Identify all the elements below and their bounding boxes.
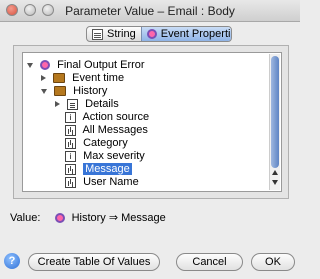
bar-chart-icon [65, 163, 76, 175]
value-arrow: ⇒ [108, 212, 119, 224]
vertical-scrollbar[interactable] [269, 54, 280, 190]
list-icon [67, 98, 79, 110]
create-table-button[interactable]: Create Table Of Values [28, 253, 160, 271]
event-icon [54, 213, 65, 224]
folder-icon [53, 73, 66, 84]
bar-chart-icon [65, 137, 76, 149]
tab-event-properties-label: Event Properties [160, 28, 231, 40]
tree-item-label: User Name [83, 176, 139, 188]
bar-chart-icon [65, 124, 76, 136]
tree-item-label: Event time [72, 72, 125, 84]
properties-panel: Final Output Error Event time History De… [13, 45, 289, 199]
tree-item-label: Action source [82, 111, 150, 123]
expand-icon[interactable] [41, 88, 47, 94]
window-title: Parameter Value – Email : Body [65, 4, 235, 18]
tab-string-label: String [107, 28, 136, 40]
tree-item-details[interactable]: Details [55, 98, 119, 111]
property-tree[interactable]: Final Output Error Event time History De… [22, 52, 282, 192]
tree-item-action-source[interactable]: i Action source [65, 111, 149, 124]
scroll-thumb[interactable] [271, 56, 279, 168]
collapsed-icon[interactable] [55, 101, 60, 108]
tree-root-label: Final Output Error [57, 59, 145, 71]
cancel-button[interactable]: Cancel [176, 253, 243, 271]
tab-string[interactable]: String [87, 27, 141, 41]
tree-item-label: History [73, 85, 108, 97]
value-path-part1: History [71, 212, 106, 224]
tree-item-label: All Messages [82, 124, 148, 136]
value-label: Value: [10, 212, 41, 224]
tree-item-label: Max severity [83, 150, 145, 162]
tab-switcher: String Event Properties [86, 26, 232, 42]
tree-item-root[interactable]: Final Output Error [27, 59, 145, 72]
tree-item-label: Category [83, 137, 128, 149]
event-properties-icon [146, 29, 157, 39]
scroll-up-arrow-icon[interactable] [272, 170, 278, 175]
bar-chart-icon [65, 176, 76, 188]
tree-item-user-name[interactable]: User Name [65, 176, 139, 189]
collapsed-icon[interactable] [41, 75, 46, 82]
info-icon: i [65, 150, 76, 162]
tree-item-event-time[interactable]: Event time [41, 72, 124, 85]
tree-item-message[interactable]: Message [65, 163, 132, 176]
value-readout: Value: History ⇒ Message [10, 211, 166, 224]
expand-icon[interactable] [27, 62, 33, 68]
folder-icon [54, 86, 67, 97]
info-icon: i [65, 111, 76, 123]
value-path-part2: Message [121, 212, 166, 224]
tree-item-all-messages[interactable]: All Messages [65, 124, 148, 137]
string-icon [92, 28, 103, 40]
event-icon [40, 60, 51, 71]
tree-item-history[interactable]: History [41, 85, 107, 98]
tree-item-label-selected: Message [83, 163, 132, 175]
tree-item-category[interactable]: Category [65, 137, 128, 150]
help-button[interactable]: ? [4, 253, 20, 269]
tab-event-properties[interactable]: Event Properties [140, 27, 231, 41]
title-bar: Parameter Value – Email : Body [0, 0, 300, 22]
scroll-down-arrow-icon[interactable] [272, 180, 278, 185]
tree-item-max-severity[interactable]: i Max severity [65, 150, 145, 163]
tree-item-label: Details [85, 98, 119, 110]
ok-button[interactable]: OK [251, 253, 295, 271]
